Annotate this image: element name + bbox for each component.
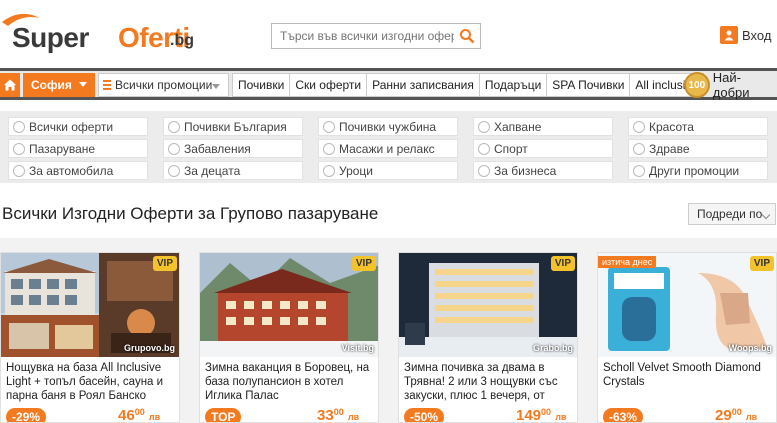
- radio-icon: [323, 143, 335, 155]
- filter-option[interactable]: За децата: [163, 161, 303, 180]
- filter-option[interactable]: Всички оферти: [8, 117, 148, 136]
- offer-card[interactable]: VIP Visit.bg Зимна ваканция в Боровец, н…: [199, 252, 379, 423]
- search-input[interactable]: [272, 24, 454, 48]
- offer-card[interactable]: изтича днес VIP Woops.bg Scholl Velvet S…: [597, 252, 777, 423]
- medal-icon: 100: [684, 72, 710, 98]
- expires-today-badge: изтича днес: [598, 256, 657, 268]
- offer-description[interactable]: Зимна почивка за двама в Трявна! 2 или 3…: [404, 361, 576, 403]
- nav-link-spa[interactable]: SPA Почивки: [547, 73, 631, 97]
- filter-option[interactable]: За бизнеса: [473, 161, 613, 180]
- home-icon: [4, 79, 16, 91]
- radio-icon: [168, 143, 180, 155]
- nav-link-early-booking[interactable]: Ранни записвания: [367, 73, 480, 97]
- filter-option[interactable]: Хапване: [473, 117, 613, 136]
- top-badge: TOP: [205, 408, 242, 422]
- discount-badge: -50%: [404, 408, 445, 422]
- filter-column: Всички оферти Пазаруване За автомобила: [8, 117, 148, 183]
- offer-card[interactable]: VIP Grabo.bg Зимна почивка за двама в Тр…: [398, 252, 578, 423]
- filter-option[interactable]: Здраве: [628, 139, 768, 158]
- best-offers-label: Най-добри: [712, 70, 750, 100]
- logo-text-bg: .bg: [170, 32, 194, 49]
- offer-source: Grabo.bg: [533, 343, 573, 353]
- search-icon: [460, 29, 475, 44]
- offer-price: 2900 лв: [715, 407, 758, 423]
- site-logo[interactable]: Super Oferti .bg: [0, 10, 210, 60]
- offer-description[interactable]: Нощувка на база All Inclusive Light + то…: [6, 361, 178, 403]
- filter-option[interactable]: Масажи и релакс: [318, 139, 458, 158]
- vip-badge: VIP: [749, 256, 774, 271]
- vip-badge: VIP: [351, 256, 376, 271]
- filter-column: Почивки България Забавления За децата: [163, 117, 303, 183]
- filter-option[interactable]: Забавления: [163, 139, 303, 158]
- offer-price: 3300 лв: [317, 407, 360, 423]
- offer-price: 14900 лв: [516, 407, 567, 423]
- radio-icon: [633, 143, 645, 155]
- user-icon: [720, 26, 738, 44]
- filter-option[interactable]: Красота: [628, 117, 768, 136]
- offer-description[interactable]: Зимна ваканция в Боровец, на база полупа…: [205, 361, 377, 403]
- radio-icon: [478, 143, 490, 155]
- vip-badge: VIP: [550, 256, 575, 271]
- nav-links: Почивки Ски оферти Ранни записвания Пода…: [232, 73, 705, 97]
- filter-option[interactable]: Спорт: [473, 139, 613, 158]
- menu-icon: [103, 80, 111, 92]
- nav-link-vacations[interactable]: Почивки: [232, 73, 291, 97]
- filter-option[interactable]: Пазаруване: [8, 139, 148, 158]
- filter-option[interactable]: Почивки чужбина: [318, 117, 458, 136]
- chevron-down-icon: [212, 84, 220, 89]
- filter-option[interactable]: Уроци: [318, 161, 458, 180]
- header: Super Oferti .bg Вход: [0, 0, 777, 68]
- city-selector[interactable]: София: [23, 73, 95, 97]
- radio-icon: [633, 121, 645, 133]
- filter-option[interactable]: Други промоции: [628, 161, 768, 180]
- login-link[interactable]: Вход: [720, 24, 771, 46]
- logo-text-super: Super: [12, 22, 89, 53]
- filter-column: Хапване Спорт За бизнеса: [473, 117, 613, 183]
- radio-icon: [13, 143, 25, 155]
- search-button[interactable]: [454, 24, 480, 48]
- radio-icon: [168, 121, 180, 133]
- filter-option[interactable]: За автомобила: [8, 161, 148, 180]
- filter-option[interactable]: Почивки България: [163, 117, 303, 136]
- sort-label: Подреди по: [697, 207, 763, 221]
- promotions-label: Всички промоции: [115, 78, 213, 92]
- offer-card[interactable]: VIP Grupovo.bg Нощувка на база All Inclu…: [0, 252, 180, 423]
- main-nav: София Всички промоции Почивки Ски оферти…: [0, 68, 777, 100]
- radio-icon: [13, 165, 25, 177]
- radio-icon: [168, 165, 180, 177]
- category-filters: Всички оферти Пазаруване За автомобила П…: [0, 111, 777, 183]
- city-label: София: [31, 78, 72, 92]
- radio-icon: [13, 121, 25, 133]
- nav-link-gifts[interactable]: Подаръци: [479, 73, 548, 97]
- discount-badge: -29%: [6, 408, 47, 422]
- radio-icon: [478, 165, 490, 177]
- vip-badge: VIP: [152, 256, 177, 271]
- radio-icon: [633, 165, 645, 177]
- radio-icon: [478, 121, 490, 133]
- offer-source: Woops.bg: [728, 343, 772, 353]
- home-button[interactable]: [0, 73, 20, 97]
- chevron-down-icon: [79, 82, 87, 87]
- search-box: [271, 23, 481, 49]
- chevron-down-icon: [761, 210, 771, 220]
- page-title: Всички Изгодни Оферти за Групово пазарув…: [2, 204, 379, 223]
- filter-column: Почивки чужбина Масажи и релакс Уроци: [318, 117, 458, 183]
- login-label: Вход: [742, 27, 772, 43]
- radio-icon: [323, 165, 335, 177]
- promotions-dropdown[interactable]: Всички промоции: [98, 73, 229, 97]
- radio-icon: [323, 121, 335, 133]
- offer-description[interactable]: Scholl Velvet Smooth Diamond Crystals: [603, 361, 775, 389]
- offer-source: Visit.bg: [341, 343, 374, 353]
- best-offers-link[interactable]: 100 Най-добри: [684, 70, 777, 100]
- offer-source: Grupovo.bg: [124, 343, 175, 353]
- filter-column: Красота Здраве Други промоции: [628, 117, 768, 183]
- offer-price: 4600 лв: [118, 407, 161, 423]
- discount-badge: -63%: [603, 408, 644, 422]
- nav-link-ski[interactable]: Ски оферти: [290, 73, 368, 97]
- sort-dropdown[interactable]: Подреди по: [688, 203, 776, 225]
